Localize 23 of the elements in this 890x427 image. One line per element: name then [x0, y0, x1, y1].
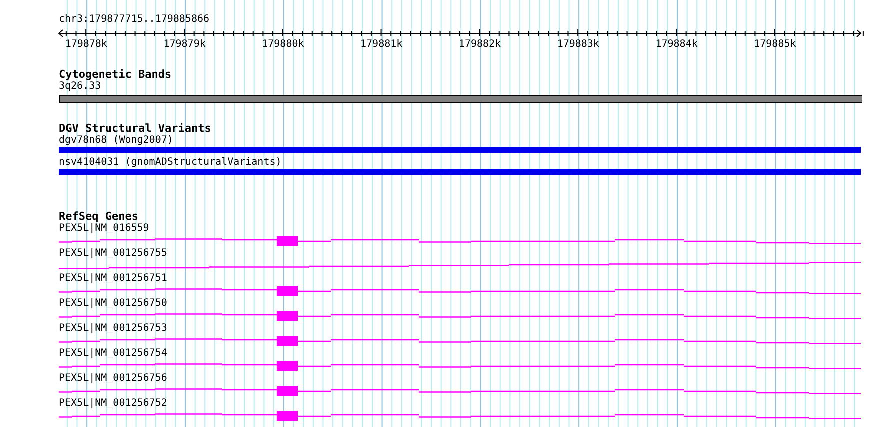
feature-label: PEX5L|NM_001256754: [59, 348, 168, 359]
region-label: chr3:179877715..179885866: [59, 14, 211, 26]
feature-label: 3q26.33: [59, 81, 102, 92]
tick-label: 179879k: [164, 39, 206, 48]
feature-label: PEX5L|NM_001256753: [59, 323, 168, 334]
tick-label: 179883k: [557, 39, 600, 48]
tick-label: 179882k: [458, 39, 502, 48]
feature-label: PEX5L|NM_001256750: [59, 298, 168, 309]
feature-label: PEX5L|NM_001256756: [59, 373, 168, 384]
tick-label: 179878k: [65, 39, 108, 48]
tick-label: 179880k: [262, 39, 304, 48]
feature-label: PEX5L|NM_001256755: [59, 248, 168, 259]
feature-label: dgv78n68 (Wong2007): [59, 135, 174, 146]
feature-label: PEX5L|NM_016559: [59, 223, 150, 234]
feature-label: PEX5L|NM_001256751: [59, 273, 168, 284]
tick-label: 179884k: [656, 39, 698, 48]
feature-label: PEX5L|NM_001256752: [59, 398, 168, 409]
tick-label: 179885k: [754, 39, 796, 48]
track-title: DGV Structural Variants: [59, 123, 212, 135]
track-title: RefSeq Genes: [59, 211, 140, 223]
track-title: Cytogenetic Bands: [59, 69, 173, 81]
feature-label: nsv4104031 (gnomADStructuralVariants): [59, 157, 282, 168]
tick-label: 179881k: [360, 39, 403, 48]
